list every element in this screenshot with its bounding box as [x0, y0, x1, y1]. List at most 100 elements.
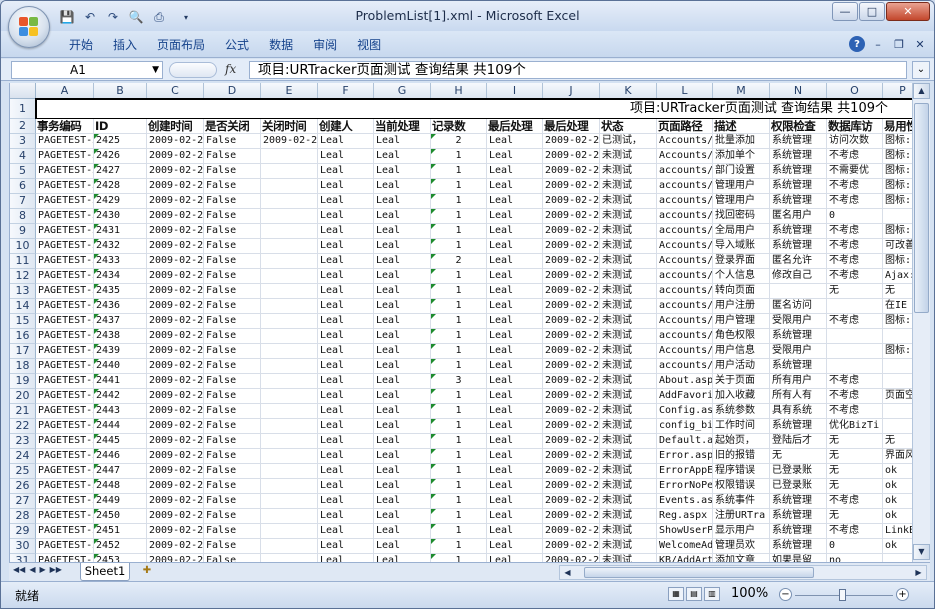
data-cell[interactable]: Leal [374, 239, 431, 254]
data-cell[interactable]: Leal [318, 389, 374, 404]
office-button[interactable] [8, 6, 50, 48]
data-cell[interactable]: 2009-02-2 [147, 554, 204, 562]
data-cell[interactable]: Leal [318, 434, 374, 449]
data-cell[interactable]: Leal [374, 344, 431, 359]
row-header[interactable]: 26 [10, 479, 36, 494]
data-cell[interactable]: PAGETEST-24 [36, 449, 94, 464]
data-cell[interactable]: 1 [431, 524, 487, 539]
data-cell[interactable] [261, 344, 318, 359]
data-cell[interactable]: 2450 [94, 509, 147, 524]
data-cell[interactable]: Ajax:o [883, 269, 912, 284]
data-cell[interactable] [261, 209, 318, 224]
data-cell[interactable]: PAGETEST-24 [36, 404, 94, 419]
row-header[interactable]: 27 [10, 494, 36, 509]
data-cell[interactable]: 2009-02-2 [147, 149, 204, 164]
insert-sheet-icon[interactable]: ✚ [138, 565, 156, 579]
data-cell[interactable] [261, 434, 318, 449]
data-cell[interactable]: PAGETEST-24 [36, 209, 94, 224]
column-header-a[interactable]: A [36, 83, 94, 99]
column-header-e[interactable]: E [261, 83, 318, 99]
data-cell[interactable]: 未测试 [600, 239, 657, 254]
data-cell[interactable]: 不考虑 [827, 404, 883, 419]
data-cell[interactable]: Leal [487, 149, 543, 164]
data-cell[interactable]: 不考虑 [827, 224, 883, 239]
row-header[interactable]: 1 [10, 99, 36, 119]
data-cell[interactable]: 2009-02-2 [543, 149, 600, 164]
data-cell[interactable]: 用户管理 [713, 314, 770, 329]
row-header[interactable]: 11 [10, 254, 36, 269]
data-cell[interactable]: Leal [374, 359, 431, 374]
data-cell[interactable]: Accounts/ [657, 314, 713, 329]
data-cell[interactable] [770, 284, 827, 299]
data-cell[interactable]: Leal [374, 434, 431, 449]
data-cell[interactable]: 未测试 [600, 494, 657, 509]
data-cell[interactable]: 已测试， [600, 134, 657, 149]
sheet-tab-sheet1[interactable]: Sheet1 [80, 563, 130, 581]
row-header[interactable]: 25 [10, 464, 36, 479]
data-cell[interactable]: accounts/ [657, 194, 713, 209]
ribbon-tab-5[interactable]: 审阅 [303, 36, 347, 54]
data-cell[interactable]: 2432 [94, 239, 147, 254]
data-cell[interactable]: Leal [487, 479, 543, 494]
column-header-n[interactable]: N [770, 83, 827, 99]
data-cell[interactable]: 1 [431, 404, 487, 419]
data-cell[interactable]: Leal [487, 299, 543, 314]
data-cell[interactable]: 界面风 [883, 449, 912, 464]
data-cell[interactable]: 系统管理 [770, 239, 827, 254]
data-cell[interactable]: 1 [431, 209, 487, 224]
data-cell[interactable]: Leal [318, 329, 374, 344]
worksheet-grid[interactable]: A B C D E F G H I J K L M N O P 1 项目:URTracker页面测试 查询结果 共… [9, 83, 912, 562]
data-cell[interactable]: 系统管理 [770, 419, 827, 434]
data-cell[interactable]: 已登录账 [770, 479, 827, 494]
data-cell[interactable]: PAGETEST-24 [36, 179, 94, 194]
data-cell[interactable]: 可改善 [883, 239, 912, 254]
data-cell[interactable]: Leal [487, 539, 543, 554]
data-cell[interactable]: Leal [487, 314, 543, 329]
data-cell[interactable]: Leal [318, 269, 374, 284]
data-cell[interactable]: 1 [431, 389, 487, 404]
header-cell[interactable]: 最后处理 [487, 119, 543, 134]
data-cell[interactable]: Default.a [657, 434, 713, 449]
data-cell[interactable]: 2009-02-2 [543, 539, 600, 554]
data-cell[interactable]: False [204, 449, 261, 464]
data-cell[interactable]: 用户活动 [713, 359, 770, 374]
data-cell[interactable]: 受限用户 [770, 344, 827, 359]
data-cell[interactable]: Leal [487, 254, 543, 269]
merged-title-cell[interactable]: 项目:URTracker页面测试 查询结果 共109个 [36, 99, 912, 119]
data-cell[interactable]: 系统管理 [770, 224, 827, 239]
data-cell[interactable]: False [204, 209, 261, 224]
data-cell[interactable]: Leal [487, 134, 543, 149]
name-box[interactable]: A1 ▼ [11, 61, 163, 79]
column-header-k[interactable]: K [600, 83, 657, 99]
data-cell[interactable]: Leal [318, 284, 374, 299]
data-cell[interactable]: 0 [827, 209, 883, 224]
data-cell[interactable]: 所有人有 [770, 389, 827, 404]
data-cell[interactable]: Reg.aspx [657, 509, 713, 524]
data-cell[interactable]: 2009-02-2 [543, 419, 600, 434]
data-cell[interactable]: 2009-02-2 [543, 164, 600, 179]
data-cell[interactable]: PAGETEST-24 [36, 359, 94, 374]
data-cell[interactable]: PAGETEST-24 [36, 539, 94, 554]
data-cell[interactable]: 1 [431, 464, 487, 479]
ribbon-tab-2[interactable]: 页面布局 [147, 36, 215, 54]
data-cell[interactable]: 如果是留 [770, 554, 827, 562]
data-cell[interactable]: False [204, 239, 261, 254]
data-cell[interactable]: Leal [374, 404, 431, 419]
data-cell[interactable]: 2436 [94, 299, 147, 314]
data-cell[interactable]: Leal [318, 194, 374, 209]
data-cell[interactable]: Leal [374, 254, 431, 269]
data-cell[interactable]: 未测试 [600, 314, 657, 329]
data-cell[interactable]: accounts/ [657, 179, 713, 194]
data-cell[interactable]: Accounts/ [657, 254, 713, 269]
select-all-corner[interactable] [10, 83, 36, 99]
data-cell[interactable] [261, 449, 318, 464]
row-header[interactable]: 21 [10, 404, 36, 419]
data-cell[interactable]: False [204, 419, 261, 434]
data-cell[interactable]: Leal [374, 449, 431, 464]
row-header[interactable]: 6 [10, 179, 36, 194]
data-cell[interactable]: 1 [431, 194, 487, 209]
data-cell[interactable]: Leal [487, 269, 543, 284]
row-header[interactable]: 31 [10, 554, 36, 562]
ribbon-tab-1[interactable]: 插入 [103, 36, 147, 54]
data-cell[interactable]: 2009-02-2 [543, 284, 600, 299]
